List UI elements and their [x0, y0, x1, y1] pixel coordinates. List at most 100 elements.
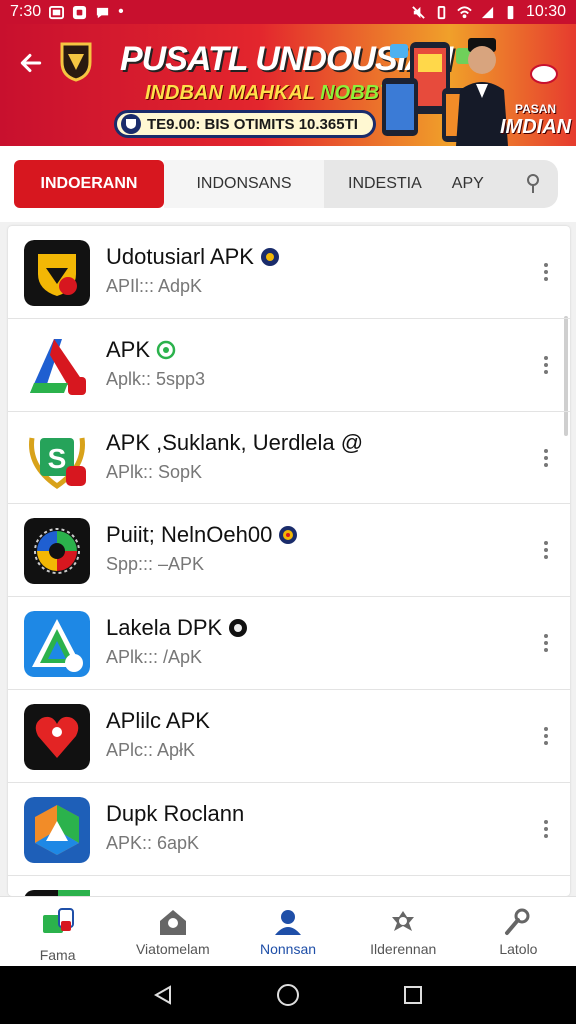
tab-indoerann[interactable]: INDOERANN: [14, 160, 164, 208]
app-subtitle: APlc:: ApłK: [106, 739, 196, 760]
status-time-left: 7:30: [10, 3, 42, 20]
colorful-hexagon-icon: [24, 796, 90, 863]
app-name: Dupk Roclann: [106, 801, 244, 827]
app-name-text: Puiit; NelnOeh00: [106, 522, 273, 548]
nav-label-viatomelam: Viatomelam: [135, 941, 210, 957]
app-subtitle: Aplk:: 5spp3: [106, 368, 206, 389]
shield-badge-icon: [121, 114, 141, 134]
header-banner: PUSATL UNDOUSIAN INDBAN MAHKAL NOBBY 8 T…: [0, 24, 576, 146]
app-subtitle: APlk::: /ApK: [106, 647, 203, 668]
nav-label-ilderennan: Ilderennan: [370, 941, 437, 957]
more-options-button[interactable]: [536, 815, 556, 843]
list-item[interactable]: Lakela DPK APlk::: /ApK: [8, 597, 570, 690]
back-button[interactable]: [14, 46, 48, 80]
back-arrow-icon: [20, 53, 42, 73]
red-heart-icon: [24, 703, 90, 770]
banner-promo-pill[interactable]: TE9.00: BIS OTIMITS 10.365TI: [114, 110, 376, 138]
app-name: APlilc APK: [106, 708, 210, 734]
apps-icon: [42, 908, 74, 933]
nav-item-fama[interactable]: Fama: [0, 897, 115, 966]
nav-item-latolo[interactable]: Latolo: [461, 897, 576, 966]
app-name-text: APK: [106, 336, 151, 362]
banner-subtitle: INDBAN MAHKAL NOBBY 8: [145, 82, 409, 105]
home-person-icon: [159, 910, 186, 935]
wifi-icon: [457, 5, 472, 18]
shield-mask-icon: [24, 240, 90, 306]
banner-pill-text: TE9.00: BIS OTIMITS 10.365TI: [147, 115, 358, 133]
more-options-button[interactable]: [536, 444, 556, 472]
app-name-text: APlilc APK: [106, 707, 210, 733]
app-name: APK ,Suklank, Uerdlela @: [106, 430, 363, 456]
tab-apy[interactable]: APY: [452, 175, 484, 193]
person-icon: [275, 910, 301, 935]
green-badge-icon: [156, 340, 176, 360]
search-icon[interactable]: [524, 173, 542, 195]
system-home-button[interactable]: [273, 980, 303, 1010]
nav-item-viatomelam[interactable]: Viatomelam: [115, 897, 230, 966]
banner-side-small: PASAN: [514, 102, 557, 116]
more-options-button[interactable]: [536, 722, 556, 750]
nav-label-latolo: Latolo: [499, 941, 538, 957]
app-list: Udotusiarl APK APIl::: AdpK APK Aplk:: 5…: [8, 226, 570, 896]
app-name: APK: [106, 337, 176, 363]
dark-badge-icon: [260, 248, 279, 266]
more-options-button[interactable]: [536, 536, 556, 564]
tab-indestia[interactable]: INDESTIA: [348, 175, 422, 193]
more-options-button[interactable]: [536, 258, 556, 286]
svg-text:S: S: [48, 443, 67, 474]
nav-label-nonnsan: Nonnsan: [259, 941, 317, 957]
more-options-button[interactable]: [536, 629, 556, 657]
category-tabs-bar: INDOERANN INDONSANS INDESTIA APY: [0, 146, 576, 222]
category-tabs: INDOERANN INDONSANS INDESTIA APY: [14, 160, 558, 208]
blue-a-triangle-icon: [24, 611, 90, 678]
flag-badge-icon: [279, 526, 298, 545]
banner-side-main: IMDIAN: [500, 116, 572, 138]
list-item[interactable]: Dupk Roclann APK:: 6apK: [8, 783, 570, 876]
brand-badge-icon: [530, 64, 558, 84]
nav-label-fama: Fama: [39, 947, 76, 963]
bottom-navigation: Fama Viatomelam Nonnsan Ilderennan Latol…: [0, 896, 576, 966]
signal-icon: [481, 6, 494, 18]
status-bar: 7:30 • 10:30: [0, 0, 576, 24]
app-subtitle: Spp::: –APK: [106, 554, 205, 575]
app-name-text: Udotusiarl APK: [106, 244, 254, 269]
list-item-partial[interactable]: [8, 876, 570, 896]
dark-badge-icon: [229, 619, 248, 638]
list-item[interactable]: Udotusiarl APK APIl::: AdpK: [8, 226, 570, 319]
mute-icon: [412, 5, 425, 19]
system-back-button[interactable]: [148, 980, 178, 1010]
system-recents-button[interactable]: [398, 980, 428, 1010]
tab-indonsans[interactable]: INDONSANS: [164, 160, 324, 208]
banner-subtitle-text: INDBAN MAHKAL: [145, 82, 315, 104]
app-name: Lakela DPK: [106, 615, 248, 641]
app-name: Udotusiarl APK: [106, 244, 280, 270]
app-name-text: APK ,Suklank, Uerdlela @: [106, 429, 364, 455]
message-icon: [97, 7, 109, 18]
more-options-button[interactable]: [536, 351, 556, 379]
gallery-icon: [49, 5, 65, 19]
nav-item-nonnsan[interactable]: Nonnsan: [230, 897, 345, 966]
app-subtitle: APK:: 6apK: [106, 832, 200, 853]
circle-home-icon: [276, 984, 299, 1006]
dot-indicator-icon: •: [118, 3, 124, 20]
banner-side-label: PASAN IMDIAN: [500, 102, 571, 139]
app-notification-icon: [73, 5, 87, 19]
colorful-circle-icon: [24, 518, 90, 585]
tab-group-right: INDESTIA APY: [324, 160, 558, 208]
brand-shield-logo-icon: [60, 42, 92, 82]
app-name: Puiit; NelnOeh00: [106, 522, 298, 548]
blue-a-icon: [24, 332, 90, 399]
app-subtitle: APIl::: AdpK: [106, 276, 203, 296]
system-navigation-bar: [0, 966, 576, 1024]
nav-item-ilderennan[interactable]: Ilderennan: [346, 897, 461, 966]
square-recents-icon: [404, 986, 423, 1004]
list-item[interactable]: APlilc APK APlc:: ApłK: [8, 690, 570, 783]
list-item[interactable]: S APK ,Suklank, Uerdlela @ APlk:: SopK: [8, 412, 570, 505]
list-item[interactable]: Puiit; NelnOeh00 Spp::: –APK: [8, 504, 570, 598]
group-icon: [392, 911, 415, 931]
app-name-text: Dupk Roclann: [106, 800, 245, 826]
battery-icon: [507, 5, 514, 19]
status-time-right: 10:30: [525, 3, 566, 20]
vibrate-icon: [437, 5, 446, 19]
list-item[interactable]: APK Aplk:: 5spp3: [8, 319, 570, 412]
